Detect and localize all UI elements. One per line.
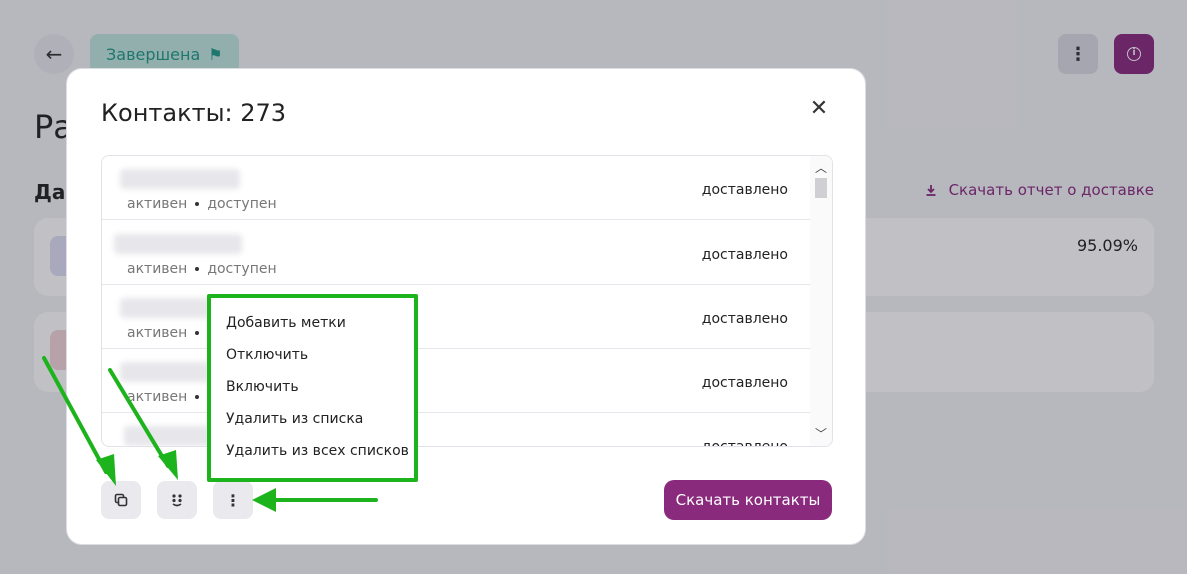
delivery-status: доставлено	[701, 247, 788, 263]
delivery-status: доставлено	[701, 439, 788, 447]
scroll-thumb[interactable]	[815, 178, 827, 198]
delivery-status: доставлено	[701, 375, 788, 391]
table-row[interactable]: активен доступен доставлено	[102, 156, 810, 220]
contact-state: активен	[127, 325, 188, 341]
contact-availability: доступен	[207, 196, 277, 212]
contact-meta: активен доступен	[127, 196, 277, 212]
filter-button[interactable]	[157, 481, 197, 519]
copy-icon	[114, 493, 128, 507]
contact-meta: активен доступен	[127, 261, 277, 277]
contact-state: активен	[127, 389, 188, 405]
menu-item-add-tags[interactable]: Добавить метки	[226, 315, 346, 331]
contact-state: активен	[127, 261, 188, 277]
delivery-status: доставлено	[701, 182, 788, 198]
filter-icon	[172, 494, 182, 507]
menu-item-remove-from-all-lists[interactable]: Удалить из всех списков	[226, 443, 409, 459]
select-all-button[interactable]	[101, 481, 141, 519]
menu-item-enable[interactable]: Включить	[226, 379, 299, 395]
modal-title: Контакты: 273	[101, 99, 287, 127]
contact-meta: активен	[127, 325, 200, 341]
list-scrollbar[interactable]: ︿ ﹀	[810, 156, 832, 446]
separator-dot	[195, 331, 200, 335]
separator-dot	[195, 267, 200, 271]
separator-dot	[195, 395, 200, 399]
download-contacts-button[interactable]: Скачать контакты	[664, 480, 832, 520]
more-actions-button[interactable]: ⋮	[213, 481, 253, 519]
menu-item-disable[interactable]: Отключить	[226, 347, 308, 363]
delivery-status: доставлено	[701, 311, 788, 327]
close-button[interactable]: ✕	[807, 97, 831, 121]
contact-meta: активен	[127, 389, 200, 405]
more-vertical-icon: ⋮	[225, 490, 241, 510]
separator-dot	[195, 202, 200, 206]
menu-item-remove-from-list[interactable]: Удалить из списка	[226, 411, 363, 427]
contact-availability: доступен	[207, 261, 277, 277]
chevron-up-icon[interactable]: ︿	[810, 158, 832, 178]
contact-name-redacted	[120, 169, 240, 189]
contacts-modal: Контакты: 273 ✕ активен доступен доставл…	[66, 68, 866, 545]
chevron-down-icon[interactable]: ﹀	[810, 424, 832, 444]
contact-name-redacted	[124, 426, 216, 446]
actions-menu: Добавить метки Отключить Включить Удалит…	[207, 294, 418, 482]
close-icon: ✕	[809, 96, 829, 121]
contact-state: активен	[127, 196, 188, 212]
contact-name-redacted	[114, 234, 242, 254]
table-row[interactable]: активен доступен доставлено	[102, 221, 810, 285]
